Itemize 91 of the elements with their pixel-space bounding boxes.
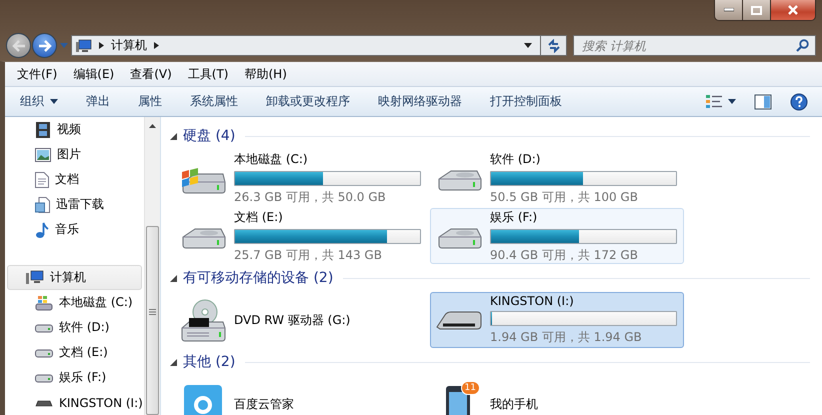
minimize-button[interactable] (715, 0, 743, 20)
collapse-icon[interactable] (170, 358, 177, 366)
drive-tile[interactable]: 百度云管家 (174, 376, 428, 415)
drive-name: DVD RW 驱动器 (G:) (234, 312, 352, 328)
drive-name: 本地磁盘 (C:) (234, 150, 309, 168)
free-space-text: 90.4 GB 可用，共 172 GB (490, 246, 639, 264)
scroll-thumb[interactable] (146, 226, 159, 415)
drive-name: 百度云管家 (234, 396, 295, 412)
menu-item[interactable]: 文件(F) (9, 66, 66, 82)
computer-icon (26, 270, 44, 285)
preview-pane-icon[interactable] (754, 94, 772, 110)
collapse-icon[interactable] (170, 132, 177, 140)
sidebar-item[interactable]: 软件 (D:) (5, 315, 144, 340)
close-icon (787, 5, 799, 15)
scroll-up-icon[interactable] (149, 124, 156, 128)
drive-icon (35, 372, 53, 382)
menu-item[interactable]: 帮助(H) (236, 66, 295, 82)
drive-name: 娱乐 (F:) (490, 208, 538, 226)
caret-icon[interactable] (728, 99, 736, 104)
menu-item[interactable]: 工具(T) (180, 66, 236, 82)
film-icon (35, 122, 51, 138)
computer-icon (76, 38, 92, 52)
toolbar-button[interactable]: 打开控制面板 (481, 90, 571, 113)
sidebar-item[interactable]: 迅雷下载 (5, 192, 144, 217)
music-note-icon (35, 222, 49, 238)
toolbar-button[interactable]: 映射网络驱动器 (369, 90, 471, 113)
drive-tile[interactable]: KINGSTON (I:) 1.94 GB 可用，共 1.94 GB (430, 292, 684, 348)
collapse-icon[interactable] (170, 274, 177, 282)
drive-tile[interactable]: 文档 (E:) 25.7 GB 可用，共 143 GB (174, 208, 428, 264)
usb-drive-icon (435, 309, 483, 331)
sidebar-item[interactable]: 文档 (5, 167, 144, 192)
sidebar-item[interactable]: 娱乐 (F:) (5, 365, 144, 390)
drive-name: 软件 (D:) (490, 150, 542, 168)
drive-tile[interactable]: 软件 (D:) 50.5 GB 可用，共 100 GB (430, 150, 684, 206)
toolbar-button[interactable]: 弹出 (77, 90, 119, 113)
sidebar-item[interactable]: 视频 (5, 117, 144, 142)
search-icon (796, 39, 809, 52)
free-space-text: 26.3 GB 可用，共 50.0 GB (234, 188, 387, 206)
minimize-icon (724, 8, 734, 12)
drive-name: KINGSTON (I:) (490, 294, 575, 308)
usb-drive-icon (35, 398, 53, 406)
free-space-text: 50.5 GB 可用，共 100 GB (490, 188, 639, 206)
picture-icon (35, 148, 51, 162)
toolbar-button[interactable]: 卸载或更改程序 (257, 90, 359, 113)
sidebar-item[interactable]: 计算机 (7, 265, 142, 290)
refresh-button[interactable] (541, 35, 567, 56)
drive-tile[interactable]: 娱乐 (F:) 90.4 GB 可用，共 172 GB (430, 208, 684, 264)
drive-icon (35, 348, 53, 358)
drive-icon (35, 322, 53, 332)
sidebar-item[interactable]: KINGSTON (I:) (5, 390, 144, 415)
drive-tile[interactable]: 11 我的手机 (430, 376, 684, 415)
refresh-icon (546, 38, 562, 52)
help-icon[interactable] (790, 92, 808, 110)
maximize-button[interactable] (743, 0, 771, 20)
notification-badge: 11 (460, 381, 480, 395)
drive-name: 我的手机 (490, 396, 539, 412)
drive-name: 文档 (E:) (234, 208, 284, 226)
drive-tile[interactable]: DVD RW 驱动器 (G:) (174, 292, 428, 348)
address-bar[interactable]: 计算机 (71, 35, 541, 56)
view-options-icon[interactable] (705, 94, 723, 110)
folder-document-icon (35, 196, 50, 212)
chevron-icon (154, 42, 159, 49)
sidebar-item[interactable]: 本地磁盘 (C:) (5, 290, 144, 315)
group-header[interactable]: 其他 (2) (183, 353, 236, 371)
back-arrow-icon (12, 40, 26, 52)
toolbar-button[interactable]: 组织 (11, 90, 67, 113)
free-space-text: 1.94 GB 可用，共 1.94 GB (490, 329, 643, 346)
forward-button[interactable] (32, 33, 57, 58)
sidebar-item[interactable]: 文档 (E:) (5, 340, 144, 365)
menu-item[interactable]: 查看(V) (122, 66, 180, 82)
toolbar-button[interactable]: 属性 (129, 90, 171, 113)
windows-drive-icon (35, 294, 53, 310)
document-icon (35, 172, 49, 188)
group-header[interactable]: 硬盘 (4) (183, 127, 236, 145)
maximize-icon (751, 6, 762, 14)
close-button[interactable] (771, 0, 815, 20)
forward-arrow-icon (38, 40, 52, 52)
scrollbar[interactable] (144, 117, 160, 415)
search-field[interactable]: 搜索 计算机 (573, 35, 816, 56)
menu-item[interactable]: 编辑(E) (65, 66, 122, 82)
back-button[interactable] (6, 33, 31, 58)
toolbar-button[interactable]: 系统属性 (181, 90, 247, 113)
sidebar-item[interactable]: 图片 (5, 142, 144, 167)
sidebar-item[interactable]: 音乐 (5, 217, 144, 242)
drive-tile[interactable]: 本地磁盘 (C:) 26.3 GB 可用，共 50.0 GB (174, 150, 428, 206)
dvd-drive-icon (179, 298, 227, 342)
chevron-icon (99, 42, 104, 49)
free-space-text: 25.7 GB 可用，共 143 GB (234, 246, 383, 264)
dropdown-icon[interactable] (524, 43, 532, 48)
breadcrumb[interactable]: 计算机 (111, 37, 147, 54)
group-header[interactable]: 有可移动存储的设备 (2) (183, 269, 334, 287)
